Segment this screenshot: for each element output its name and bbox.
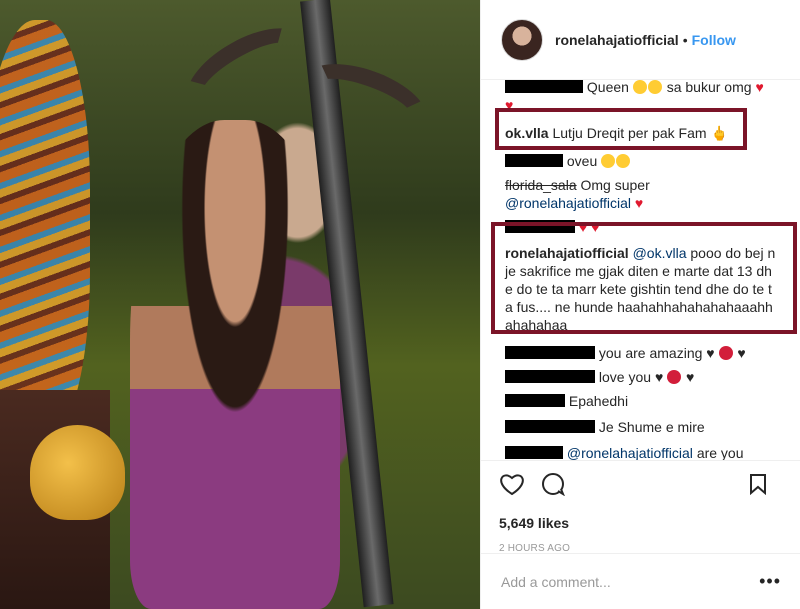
add-comment-bar: ••• [481,553,800,609]
comment-item: Queen sa bukur omg ♥ ♥ [505,78,777,114]
heart-eyes-emoji-icon [632,80,647,94]
comment-item: Epahedhi [505,392,777,410]
black-heart-icon: ♥ [737,345,746,361]
redaction-bar [505,154,563,167]
comment-username[interactable]: florida_sala [505,177,577,193]
follow-button[interactable]: Follow [692,32,736,48]
comment-mention[interactable]: @ronelahajatiofficial [567,445,693,460]
comment-text: love you [598,369,652,385]
like-heart-icon[interactable] [499,472,525,501]
comment-username[interactable]: ronelahajatiofficial [505,245,629,261]
comment-bubble-icon[interactable] [541,472,566,501]
black-heart-icon: ♥ [686,369,695,385]
comment-username[interactable]: ok.vlla [505,125,549,141]
comment-suffix: sa bukur omg [666,79,752,95]
heart-icon: ♥ [505,97,514,113]
woman-figure [130,120,340,609]
redaction-bar [505,346,595,359]
comment-item: florida_sala Omg super @ronelahajatioffi… [505,176,777,212]
redaction-bar [505,220,575,233]
emoji-icon [718,346,733,360]
black-heart-icon: ♥ [706,345,715,361]
comment-item: oveu [505,152,777,170]
heart-icon: ♥ [578,219,588,235]
redaction-bar [505,80,583,93]
heart-icon: ♥ [634,195,644,211]
heart-eyes-emoji-icon [647,80,662,94]
heart-icon: ♥ [591,219,600,235]
comment-text: Epahedhi [568,393,629,409]
separator-dot: • [682,31,688,48]
post-side-panel: ronelahajatiofficial • Follow Queen sa b… [480,0,800,609]
comment-mention[interactable]: @ronelahajatiofficial [505,195,631,211]
comment-item: ok.vlla Lutju Dreqit per pak Fam 🖕 [505,124,777,142]
comment-item: Je Shume e mire [505,418,777,436]
comment-text: Je Shume e mire [598,419,705,435]
middle-finger-emoji-icon: 🖕 [710,125,728,141]
redaction-bar [505,420,595,433]
emoji-icon [616,154,631,168]
golden-skull [30,425,125,520]
header-username[interactable]: ronelahajatiofficial [555,32,679,48]
comment-text: Lutju Dreqit per pak Fam [552,125,707,141]
comment-mention[interactable]: @ok.vlla [633,245,687,261]
black-heart-icon: ♥ [654,369,664,385]
emoji-icon [601,154,616,168]
comment-item: ronelahajatiofficial @ok.vlla pooo do be… [505,244,777,334]
action-icon-row [499,472,783,501]
comment-text: oveu [566,153,598,169]
horn-left [173,11,317,129]
heart-icon: ♥ [755,79,764,95]
comment-text: you are amazing [598,345,703,361]
bookmark-icon[interactable] [749,473,767,500]
lips-emoji-icon [667,370,682,384]
comment-text: Omg super [580,177,650,193]
comment-item: you are amazing ♥ ♥ [505,344,777,362]
add-comment-input[interactable] [501,573,760,590]
redaction-bar [505,446,563,459]
comment-text: Queen [586,79,629,95]
comments-list[interactable]: Queen sa bukur omg ♥ ♥ ok.vlla Lutju Dre… [481,78,800,460]
feather-plume [0,20,90,440]
redaction-bar [505,370,595,383]
post-header: ronelahajatiofficial • Follow [481,0,800,80]
comment-item: ♥ ♥ [505,218,777,236]
more-options-icon[interactable]: ••• [759,571,781,592]
likes-count[interactable]: 5,649 likes [499,515,783,531]
avatar[interactable] [501,18,543,61]
redaction-bar [505,394,565,407]
comment-item: love you ♥ ♥ [505,368,777,386]
comment-item: @ronelahajatiofficial are you FUCKING SE… [505,444,777,460]
post-photo[interactable] [0,0,480,609]
